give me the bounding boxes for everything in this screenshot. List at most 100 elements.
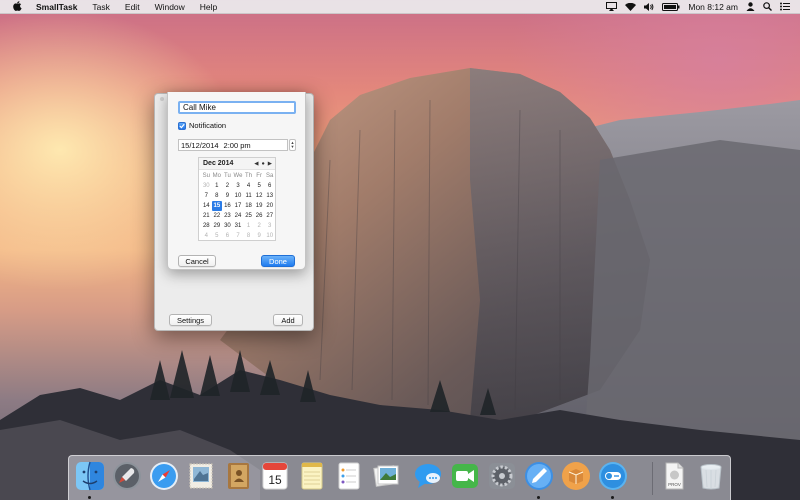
task-name-input[interactable] <box>178 101 296 114</box>
notification-center-icon[interactable] <box>780 2 790 11</box>
airplay-icon[interactable] <box>606 2 618 11</box>
calendar-day[interactable]: 5 <box>254 181 265 191</box>
compass-icon <box>150 462 178 490</box>
calendar-day[interactable]: 3 <box>264 221 275 231</box>
settings-button[interactable]: Settings <box>169 314 212 326</box>
new-task-sheet: Notification 15/12/2014 2:00 pm ▲ ▼ Dec … <box>167 92 306 270</box>
menu-task[interactable]: Task <box>92 2 109 12</box>
calendar-day[interactable]: 19 <box>254 201 265 211</box>
dock-item-provisioning-file[interactable]: PROV <box>658 460 690 492</box>
calendar-day[interactable]: 25 <box>243 211 254 221</box>
due-date-field[interactable]: 15/12/2014 2:00 pm <box>178 139 288 151</box>
calendar-day[interactable]: 2 <box>254 221 265 231</box>
calendar-day[interactable]: 6 <box>264 181 275 191</box>
volume-icon[interactable] <box>644 2 654 11</box>
wifi-icon[interactable] <box>625 2 637 11</box>
dock-item-pencil-app[interactable] <box>523 460 555 492</box>
menu-window[interactable]: Window <box>155 2 185 12</box>
calendar-day[interactable]: 1 <box>212 181 223 191</box>
due-time-value[interactable]: 2:00 pm <box>224 141 251 150</box>
dock-item-trash[interactable] <box>695 460 727 492</box>
calendar-day[interactable]: 9 <box>254 231 265 241</box>
dock-item-package[interactable] <box>560 460 592 492</box>
menu-edit[interactable]: Edit <box>125 2 140 12</box>
running-indicator <box>537 496 540 499</box>
notification-checkbox[interactable] <box>178 121 186 130</box>
dock-item-mail[interactable] <box>185 460 217 492</box>
dock-item-photos[interactable] <box>370 460 402 492</box>
calendar-day[interactable]: 9 <box>222 191 233 201</box>
dock-item-finder[interactable] <box>74 460 106 492</box>
app-menu-smalltask[interactable]: SmallTask <box>36 2 77 12</box>
menu-help[interactable]: Help <box>200 2 217 12</box>
dock-item-facetime[interactable] <box>449 460 481 492</box>
calendar-day[interactable]: 10 <box>233 191 244 201</box>
spotlight-search-icon[interactable] <box>763 2 772 11</box>
date-stepper[interactable]: ▲ ▼ <box>289 139 296 151</box>
add-button[interactable]: Add <box>273 314 303 326</box>
dock-item-system-preferences[interactable] <box>486 460 518 492</box>
calendar-day[interactable]: 23 <box>222 211 233 221</box>
calendar-day[interactable]: 30 <box>222 221 233 231</box>
dock-item-smalltask[interactable] <box>597 460 629 492</box>
calendar-day[interactable]: 24 <box>233 211 244 221</box>
done-button[interactable]: Done <box>261 255 295 267</box>
calendar-day[interactable]: 2 <box>222 181 233 191</box>
menubar-clock[interactable]: Mon 8:12 am <box>688 2 738 12</box>
next-month-icon[interactable]: ▶ <box>268 161 272 167</box>
calendar-day[interactable]: 7 <box>233 231 244 241</box>
calendar-day[interactable]: 7 <box>201 191 212 201</box>
calendar-day[interactable]: 20 <box>264 201 275 211</box>
calendar-day[interactable]: 3 <box>233 181 244 191</box>
cancel-button[interactable]: Cancel <box>178 255 216 267</box>
close-window-button[interactable] <box>160 97 164 101</box>
calendar-picker[interactable]: Dec 2014 ◀ ● ▶ Su Mo Tu We Th Fr Sa 30 1 2 3 4 5 6 7 8 9… <box>198 157 276 241</box>
running-indicator <box>88 496 91 499</box>
calendar-day[interactable]: 17 <box>233 201 244 211</box>
notification-toggle[interactable]: Notification <box>178 121 226 130</box>
calendar-day[interactable]: 16 <box>222 201 233 211</box>
dock-item-notes[interactable] <box>296 460 328 492</box>
due-date-value[interactable]: 15/12/2014 <box>181 141 219 150</box>
calendar-day-selected[interactable]: 15 <box>211 201 223 211</box>
calendar-day[interactable]: 14 <box>201 201 212 211</box>
dock-item-calendar[interactable]: 15 <box>259 460 291 492</box>
calendar-day[interactable]: 30 <box>201 181 212 191</box>
notes-icon <box>301 462 323 490</box>
calendar-day[interactable]: 22 <box>212 211 223 221</box>
calendar-day[interactable]: 26 <box>254 211 265 221</box>
calendar-day[interactable]: 31 <box>233 221 244 231</box>
calendar-day[interactable]: 4 <box>243 181 254 191</box>
calendar-day[interactable]: 8 <box>212 191 223 201</box>
dock-item-reminders[interactable] <box>333 460 365 492</box>
calendar-day[interactable]: 29 <box>212 221 223 231</box>
calendar-day[interactable]: 10 <box>264 231 275 241</box>
battery-icon[interactable] <box>662 2 680 11</box>
apple-menu-icon[interactable] <box>10 0 24 13</box>
stepper-down-icon[interactable]: ▼ <box>291 145 295 149</box>
calendar-month-label: Dec 2014 <box>203 160 234 167</box>
calendar-day[interactable]: 11 <box>243 191 254 201</box>
dock-item-messages[interactable] <box>412 460 444 492</box>
calendar-day[interactable]: 4 <box>201 231 212 241</box>
calendar-day[interactable]: 18 <box>243 201 254 211</box>
dock-separator <box>652 462 653 495</box>
calendar-day[interactable]: 21 <box>201 211 212 221</box>
calendar-day[interactable]: 28 <box>201 221 212 231</box>
today-dot-icon[interactable]: ● <box>261 161 264 167</box>
calendar-day[interactable]: 13 <box>264 191 275 201</box>
calendar-day[interactable]: 12 <box>254 191 265 201</box>
document-icon: PROV <box>665 462 684 490</box>
notification-label: Notification <box>189 121 227 130</box>
calendar-day[interactable]: 5 <box>212 231 223 241</box>
calendar-day[interactable]: 8 <box>243 231 254 241</box>
previous-month-icon[interactable]: ◀ <box>254 161 258 167</box>
dock-item-safari[interactable] <box>148 460 180 492</box>
gear-icon <box>489 463 515 489</box>
calendar-day[interactable]: 1 <box>243 221 254 231</box>
dock-item-launchpad[interactable] <box>111 460 143 492</box>
calendar-day[interactable]: 6 <box>222 231 233 241</box>
user-icon[interactable] <box>746 2 755 11</box>
dock-item-contacts[interactable] <box>222 460 254 492</box>
calendar-day[interactable]: 27 <box>264 211 275 221</box>
